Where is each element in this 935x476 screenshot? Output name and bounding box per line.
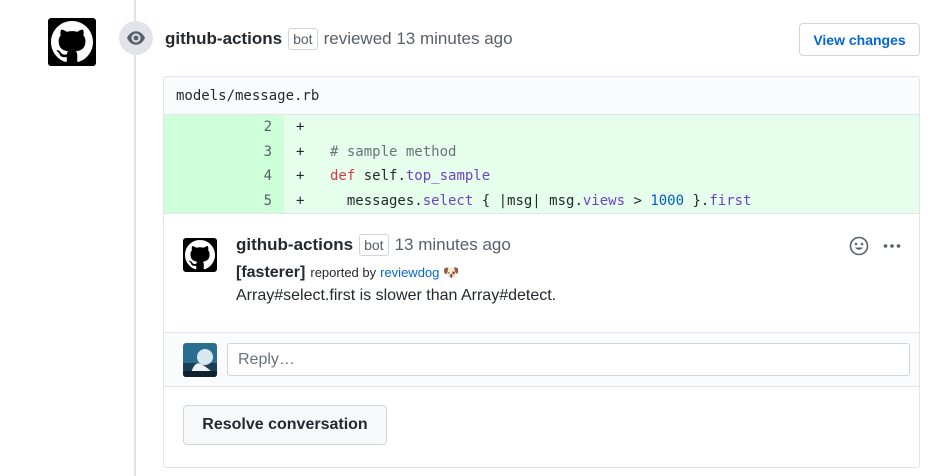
line-number[interactable]: 3 xyxy=(164,139,284,164)
reporter-link[interactable]: reviewdog xyxy=(380,265,439,280)
view-changes-button[interactable]: View changes xyxy=(799,23,920,56)
code-method: views xyxy=(582,192,626,209)
code-keyword: def xyxy=(330,168,356,185)
code-line: + def self. top_sample xyxy=(284,164,919,189)
comment-header: github-actions bot 13 minutes ago xyxy=(236,234,511,256)
comment-message: Array#select.first is slower than Array#… xyxy=(236,287,557,304)
review-action-text: reviewed 13 minutes ago xyxy=(323,29,513,48)
code-line: + # sample method xyxy=(284,139,919,164)
code-text: > xyxy=(625,192,651,209)
code-method: first xyxy=(709,192,752,209)
reply-row xyxy=(164,333,919,387)
resolve-conversation-button[interactable]: Resolve conversation xyxy=(183,405,387,445)
eye-icon xyxy=(119,21,153,55)
code-comment: # sample method xyxy=(330,143,457,160)
code-number: 1000 xyxy=(650,192,685,209)
code-method: select xyxy=(422,192,474,209)
lint-tag: [fasterer] xyxy=(236,264,306,281)
review-author-link[interactable]: github-actions xyxy=(165,29,282,49)
code-line: + xyxy=(284,115,919,140)
kebab-menu-icon[interactable] xyxy=(883,243,901,249)
bot-badge: bot xyxy=(288,28,318,50)
resolve-area: Resolve conversation xyxy=(164,387,919,467)
code-text: }. xyxy=(684,192,710,209)
comment-timestamp[interactable]: 13 minutes ago xyxy=(395,235,511,255)
diff-sign: + xyxy=(296,119,305,136)
line-number[interactable]: 4 xyxy=(164,164,284,189)
add-reaction-icon[interactable] xyxy=(849,236,869,256)
review-header: github-actions bot reviewed 13 minutes a… xyxy=(165,28,513,50)
diff-sign: + xyxy=(296,168,305,185)
code-line: + messages. select { |msg| msg. views > 10… xyxy=(284,188,919,213)
timeline-line xyxy=(134,0,136,476)
code-method: top_sample xyxy=(405,168,491,185)
diff-line: 5 + messages. select { |msg| msg. views > … xyxy=(164,188,919,213)
bot-badge: bot xyxy=(359,234,389,256)
code-text: self. xyxy=(355,168,406,185)
review-thread: models/message.rb 2 + 3 + # sample method… xyxy=(163,76,920,468)
comment-actions xyxy=(849,236,901,256)
code-text: { |msg| msg. xyxy=(473,192,583,209)
code-text: messages. xyxy=(330,192,423,209)
diff-line: 2 + xyxy=(164,115,919,140)
diff-line: 4 + def self. top_sample xyxy=(164,164,919,189)
comment-author-link[interactable]: github-actions xyxy=(236,235,353,255)
line-number[interactable]: 2 xyxy=(164,115,284,140)
dog-emoji-icon: 🐶 xyxy=(443,265,460,280)
github-logo-icon xyxy=(185,240,215,270)
diff-line: 3 + # sample method xyxy=(164,139,919,164)
reviewer-avatar[interactable] xyxy=(48,18,96,66)
review-comment: github-actions bot 13 minutes ago [faste… xyxy=(164,214,919,333)
comment-body: [fasterer] reported by reviewdog 🐶 Array… xyxy=(236,264,556,305)
diff-sign: + xyxy=(296,143,305,160)
user-avatar-image xyxy=(183,343,217,377)
diff-hunk: 2 + 3 + # sample method 4 + def self. top_s… xyxy=(164,115,919,214)
line-number[interactable]: 5 xyxy=(164,188,284,213)
reported-by-text: reported by xyxy=(310,265,377,280)
reply-input[interactable] xyxy=(227,343,910,376)
current-user-avatar[interactable] xyxy=(183,343,217,377)
comment-avatar[interactable] xyxy=(183,238,217,272)
file-path[interactable]: models/message.rb xyxy=(164,77,919,115)
github-logo-icon xyxy=(51,21,93,62)
diff-sign: + xyxy=(296,192,305,209)
